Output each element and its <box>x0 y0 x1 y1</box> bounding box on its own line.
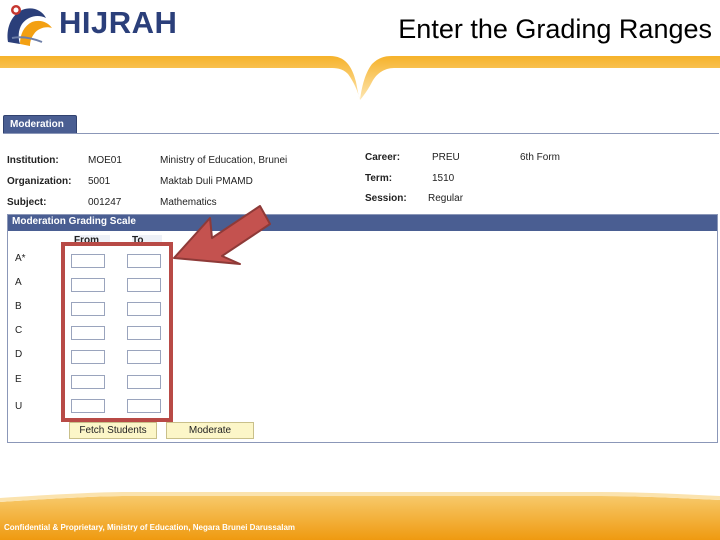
from-input-c[interactable] <box>71 326 105 340</box>
session-value: Regular <box>428 193 464 204</box>
logo-text: HIJRAH <box>59 5 178 40</box>
career-code: PREU <box>432 152 460 163</box>
institution-code: MOE01 <box>88 155 122 166</box>
from-input-e[interactable] <box>71 375 105 389</box>
organization-label: Organization: <box>7 176 72 187</box>
tab-divider <box>3 133 719 134</box>
to-input-b[interactable] <box>127 302 161 316</box>
grade-label-e: E <box>15 374 22 385</box>
to-input-a-star[interactable] <box>127 254 161 268</box>
grade-label-a: A <box>15 277 22 288</box>
to-input-e[interactable] <box>127 375 161 389</box>
pointer-arrow-icon <box>173 205 271 265</box>
to-input-c[interactable] <box>127 326 161 340</box>
to-input-d[interactable] <box>127 350 161 364</box>
grade-label-c: C <box>15 325 23 336</box>
term-label: Term: <box>365 173 393 184</box>
grade-label-d: D <box>15 349 23 360</box>
grade-label-a-star: A* <box>15 253 26 264</box>
tab-moderation[interactable]: Moderation <box>3 115 77 134</box>
footer-wave-band <box>0 492 720 540</box>
organization-name: Maktab Duli PMAMD <box>160 176 253 187</box>
institution-name: Ministry of Education, Brunei <box>160 155 288 166</box>
footer-confidential-text: Confidential & Proprietary, Ministry of … <box>4 523 296 532</box>
from-input-u[interactable] <box>71 399 105 413</box>
organization-code: 5001 <box>88 176 111 187</box>
grading-scale-header: Moderation Grading Scale <box>8 215 717 231</box>
moderate-button[interactable]: Moderate <box>166 422 254 439</box>
to-column-header: To <box>132 235 162 246</box>
from-input-a-star[interactable] <box>71 254 105 268</box>
subject-label: Subject: <box>7 197 47 208</box>
institution-label: Institution: <box>7 155 59 166</box>
session-label: Session: <box>365 193 407 204</box>
header-wave-band <box>0 56 720 100</box>
from-input-b[interactable] <box>71 302 105 316</box>
to-input-a[interactable] <box>127 278 161 292</box>
to-input-u[interactable] <box>127 399 161 413</box>
career-label: Career: <box>365 152 401 163</box>
grade-label-b: B <box>15 301 22 312</box>
from-input-a[interactable] <box>71 278 105 292</box>
emblem-icon <box>7 5 52 46</box>
grading-scale-panel: Moderation Grading Scale From To A* A B … <box>7 214 718 443</box>
from-input-d[interactable] <box>71 350 105 364</box>
hijrah-logo: HIJRAH <box>2 2 177 48</box>
career-name: 6th Form <box>520 152 561 163</box>
subject-code: 001247 <box>88 197 122 208</box>
slide-title: Enter the Grading Ranges <box>398 14 712 44</box>
grade-label-u: U <box>15 401 23 412</box>
term-value: 1510 <box>432 173 455 184</box>
fetch-students-button[interactable]: Fetch Students <box>69 422 157 439</box>
from-column-header: From <box>74 235 110 246</box>
